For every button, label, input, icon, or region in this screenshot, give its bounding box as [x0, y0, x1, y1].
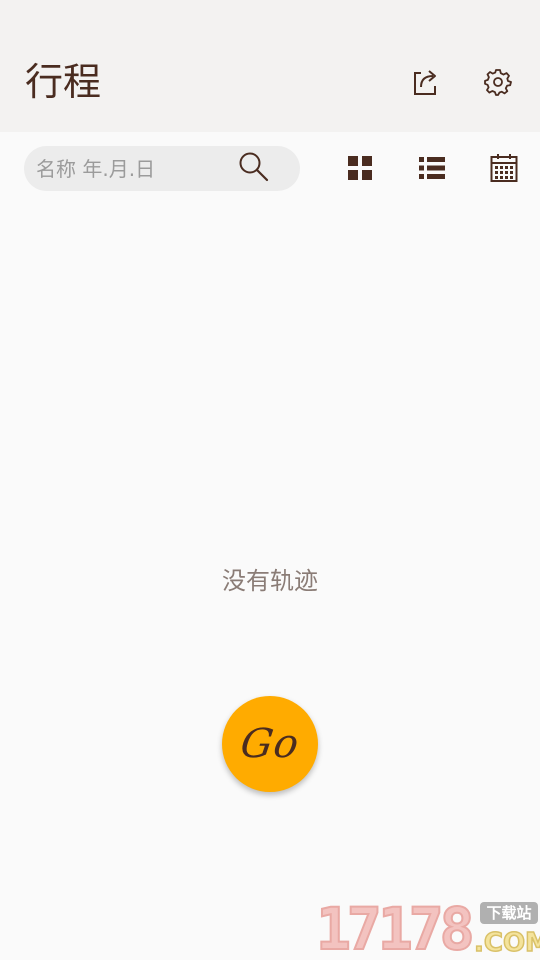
gear-icon: [484, 68, 512, 100]
settings-button[interactable]: [478, 64, 518, 104]
watermark-logo: 17178 下载站 .COM: [315, 895, 540, 960]
go-button-label: Go: [237, 721, 303, 767]
calendar-icon: [490, 153, 518, 187]
search-icon: [237, 150, 271, 188]
share-button[interactable]: [406, 64, 446, 104]
app-header: 行程: [0, 0, 540, 132]
grid-view-button[interactable]: [340, 150, 380, 190]
list-view-button[interactable]: [412, 150, 452, 190]
app-root: 行程 名称 年.月.日 没有轨迹 Go 17178 下载站 .COM: [0, 0, 540, 960]
grid-icon: [347, 155, 373, 185]
watermark-number: 17178: [315, 895, 476, 960]
search-bar: [24, 146, 300, 191]
toolbar: [0, 132, 540, 208]
search-button[interactable]: [232, 148, 276, 190]
list-icon: [419, 156, 445, 184]
share-export-icon: [411, 67, 441, 101]
watermark-tag: 下载站: [480, 902, 538, 924]
go-button[interactable]: Go: [222, 696, 318, 792]
search-input[interactable]: [36, 146, 236, 191]
page-title: 行程: [25, 60, 102, 104]
watermark-domain: .COM: [473, 927, 540, 959]
calendar-view-button[interactable]: [484, 150, 524, 190]
empty-state-message: 没有轨迹: [222, 567, 318, 595]
